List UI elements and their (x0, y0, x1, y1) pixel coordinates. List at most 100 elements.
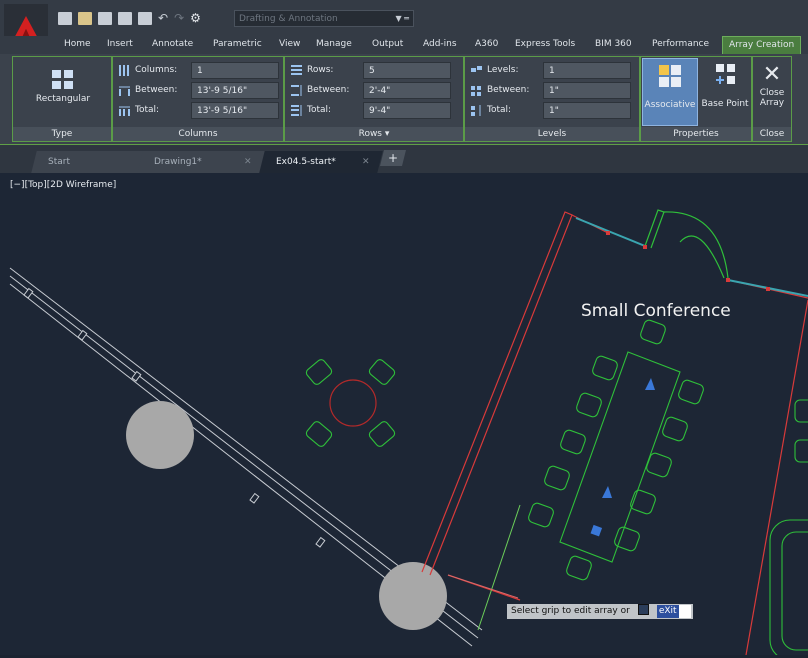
associative-label: Associative (644, 100, 696, 110)
room-label: Small Conference (581, 301, 731, 321)
levels-panel-title: Levels (465, 127, 639, 141)
levels-between-icon (470, 84, 483, 97)
workspace-gear-icon[interactable]: ⚙ (190, 11, 201, 25)
saveas-icon[interactable] (118, 11, 132, 25)
tab-parametric[interactable]: Parametric (213, 39, 262, 49)
levels-icon (470, 64, 483, 77)
doc-tab-ex04-label: Ex04.5-start* (276, 157, 336, 167)
doc-tab-drawing1-label: Drawing1* (154, 157, 202, 167)
levels-between-row: Between: 1" (470, 81, 631, 99)
new-icon[interactable] (58, 11, 72, 25)
quick-access-toolbar: ↶ ↷ ⚙ (58, 11, 201, 25)
crosshair-line (447, 574, 519, 599)
tab-view[interactable]: View (279, 39, 300, 49)
room-walls (421, 211, 808, 656)
new-tab-button[interactable]: + (380, 150, 406, 166)
sofa (769, 399, 808, 658)
columns-total-label: Total: (135, 105, 160, 115)
tab-insert[interactable]: Insert (107, 39, 133, 49)
properties-panel-title: Properties (641, 127, 751, 141)
undo-icon[interactable]: ↶ (158, 11, 168, 25)
associative-button[interactable]: Associative (642, 58, 698, 126)
columns-total-row: Total: 13'-9 5/16" (118, 101, 279, 119)
columns-total-input[interactable]: 13'-9 5/16" (191, 101, 279, 119)
rectangular-button[interactable]: Rectangular (21, 69, 105, 104)
tab-home[interactable]: Home (64, 39, 91, 49)
rows-between-input[interactable]: 2'-4" (363, 81, 451, 99)
doc-tab-start[interactable]: Start (31, 151, 149, 173)
tab-express-tools[interactable]: Express Tools (515, 39, 575, 49)
rows-total-row: Total: 9'-4" (290, 101, 451, 119)
rows-between-icon (290, 84, 303, 97)
type-panel: Rectangular Type (12, 56, 112, 142)
conference-table (559, 351, 681, 563)
tab-manage[interactable]: Manage (316, 39, 352, 49)
title-bar: ▾ ↶ ↷ ⚙ Drafting & Annotation ▼ ═ (0, 0, 808, 54)
associative-icon (659, 65, 681, 87)
columns-panel-title: Columns (113, 127, 283, 141)
round-table-chairs (305, 359, 396, 447)
columns-input[interactable]: 1 (191, 61, 279, 79)
rows-input[interactable]: 5 (363, 61, 451, 79)
viewport-controls[interactable]: [−][Top][2D Wireframe] (10, 180, 116, 190)
tab-a360[interactable]: A360 (475, 39, 498, 49)
rows-between-label: Between: (307, 85, 350, 95)
levels-total-label: Total: (487, 105, 512, 115)
ribbon: Rectangular Type Columns: 1 Between: 13'… (0, 54, 808, 145)
workspace-dropdown[interactable]: Drafting & Annotation ▼ ═ (234, 10, 414, 27)
levels-between-input[interactable]: 1" (543, 81, 631, 99)
properties-panel: Associative Base Point Properties (640, 56, 752, 142)
options-icon[interactable] (637, 604, 649, 615)
close-array-label-2: Array (759, 98, 785, 108)
close-panel-title: Close (753, 127, 791, 141)
rows-between-row: Between: 2'-4" (290, 81, 451, 99)
base-point-button[interactable]: Base Point (699, 62, 751, 109)
tab-array-creation[interactable]: Array Creation (722, 36, 802, 54)
columns-panel: Columns: 1 Between: 13'-9 5/16" Total: 1… (112, 56, 284, 142)
levels-label: Levels: (487, 65, 519, 75)
close-tab-icon[interactable]: ✕ (244, 151, 252, 173)
close-panel: ✕ Close Array Close (752, 56, 792, 142)
workspace-value: Drafting & Annotation (239, 13, 338, 24)
open-icon[interactable] (78, 11, 92, 25)
tab-performance[interactable]: Performance (652, 39, 709, 49)
print-icon[interactable] (138, 11, 152, 25)
close-tab-icon[interactable]: ✕ (362, 151, 370, 173)
redo-icon[interactable]: ↷ (174, 11, 184, 25)
door (644, 209, 729, 279)
tab-add-ins[interactable]: Add-ins (423, 39, 457, 49)
rows-row: Rows: 5 (290, 61, 451, 79)
rows-panel: Rows: 5 Between: 2'-4" Total: 9'-4" Rows… (284, 56, 464, 142)
drawing-canvas[interactable]: Small Conference (0, 173, 808, 658)
columns-total-icon (118, 104, 131, 117)
close-icon: ✕ (762, 62, 782, 87)
doc-tab-drawing1[interactable]: Drawing1* ✕ (137, 151, 265, 173)
column-circle (126, 401, 194, 469)
close-array-button[interactable]: ✕ Close Array (753, 62, 791, 108)
columns-between-input[interactable]: 13'-9 5/16" (191, 81, 279, 99)
rectangular-array-icon (52, 70, 73, 89)
tooltip-input[interactable]: eXit (654, 604, 693, 619)
drawing-svg[interactable] (0, 173, 808, 658)
array-grips[interactable] (590, 378, 655, 537)
columns-between-row: Between: 13'-9 5/16" (118, 81, 279, 99)
plus-icon: + (387, 151, 399, 165)
tooltip-prompt: Select grip to edit array or (507, 604, 634, 619)
tab-annotate[interactable]: Annotate (152, 39, 193, 49)
round-table (329, 379, 377, 427)
tab-output[interactable]: Output (372, 39, 403, 49)
rows-total-icon (290, 104, 303, 117)
levels-input[interactable]: 1 (543, 61, 631, 79)
rows-panel-title[interactable]: Rows ▾ (285, 127, 463, 141)
rows-total-input[interactable]: 9'-4" (363, 101, 451, 119)
columns-between-label: Between: (135, 85, 178, 95)
columns-row: Columns: 1 (118, 61, 279, 79)
levels-total-input[interactable]: 1" (543, 101, 631, 119)
doc-tab-ex04[interactable]: Ex04.5-start* ✕ (259, 151, 383, 173)
rectangular-label: Rectangular (35, 94, 91, 104)
rows-total-label: Total: (307, 105, 332, 115)
save-icon[interactable] (98, 11, 112, 25)
tab-bim-360[interactable]: BIM 360 (595, 39, 632, 49)
levels-between-label: Between: (487, 85, 530, 95)
dynamic-input-tooltip: Select grip to edit array or eXit (507, 604, 693, 619)
